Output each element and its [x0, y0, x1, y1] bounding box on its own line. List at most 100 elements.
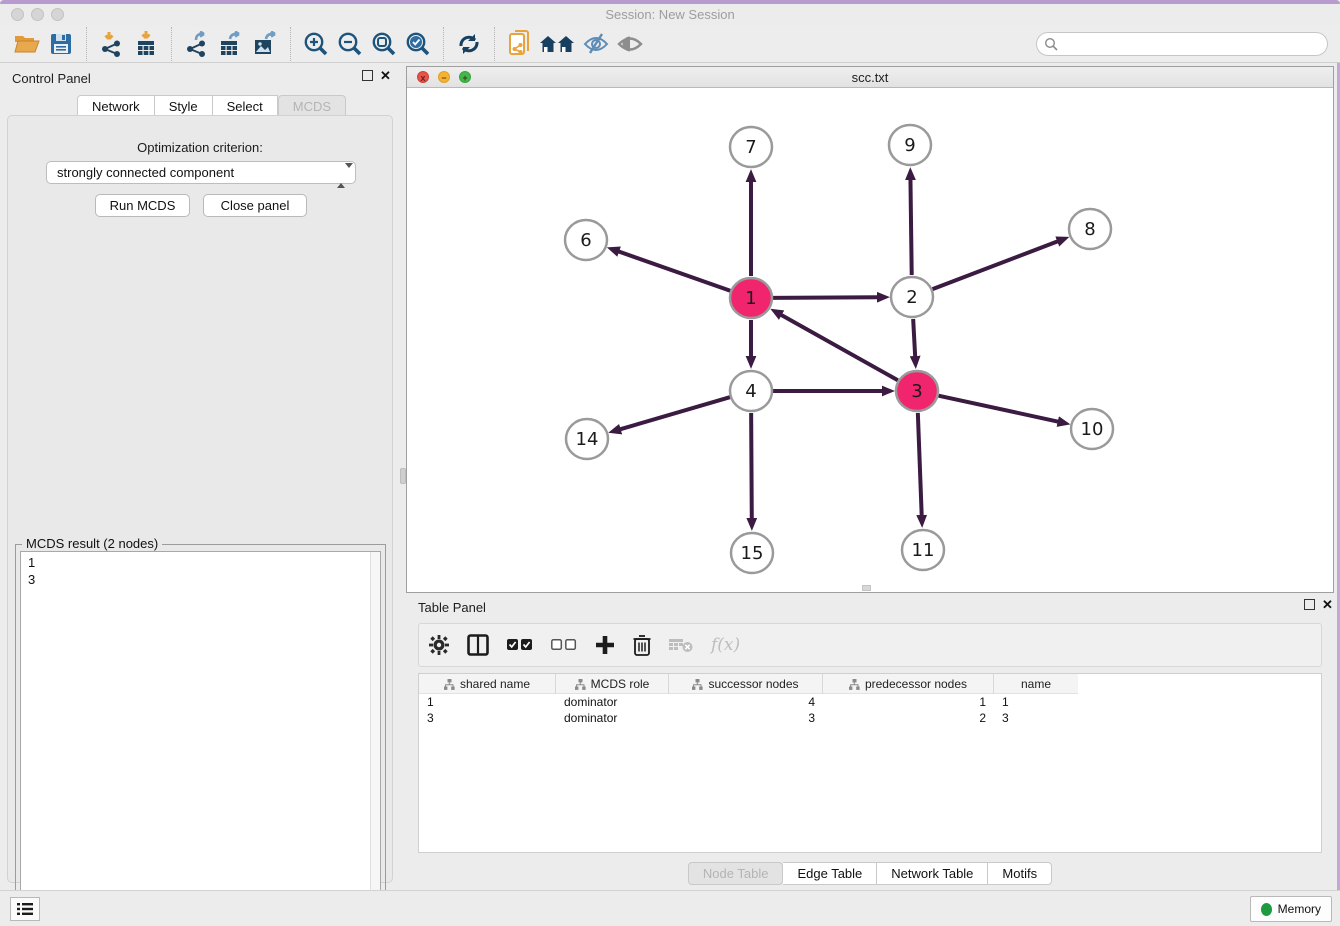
cell-name: 3 [994, 710, 1078, 726]
show-columns-icon[interactable] [467, 634, 489, 656]
edge-4-14[interactable] [620, 397, 730, 429]
apply-layout-icon[interactable] [452, 28, 486, 60]
column-type-icon [849, 679, 860, 690]
edge-4-15[interactable] [751, 413, 752, 519]
edge-2-3[interactable] [913, 319, 915, 357]
column-header-name[interactable]: name [994, 674, 1078, 694]
node-15[interactable]: 15 [731, 533, 773, 573]
traffic-lights[interactable] [11, 8, 71, 24]
node-label: 7 [745, 137, 756, 158]
criterion-value: strongly connected component [57, 165, 234, 180]
edge-3-11[interactable] [918, 413, 922, 516]
node-8[interactable]: 8 [1069, 209, 1111, 249]
tab-motifs[interactable]: Motifs [988, 862, 1052, 885]
edge-2-8[interactable] [933, 241, 1059, 289]
float-panel-icon[interactable] [362, 70, 373, 81]
mcds-result-textarea[interactable]: 1 3 [20, 551, 381, 917]
table-panel: Table Panel ✕ f(x) shared name [406, 595, 1334, 888]
node-label: 2 [906, 287, 917, 308]
node-label: 4 [745, 381, 756, 402]
network-window-titlebar[interactable]: x − + scc.txt [407, 67, 1333, 88]
edge-1-6[interactable] [618, 251, 730, 290]
node-table[interactable]: shared name MCDS role successor nodes pr… [418, 673, 1322, 853]
clone-network-icon[interactable] [503, 28, 537, 60]
minimize-network-icon[interactable]: − [438, 71, 450, 83]
import-table-icon[interactable] [129, 28, 163, 60]
network-window-title: scc.txt [407, 67, 1333, 88]
column-type-icon [444, 679, 455, 690]
cell-mcds-role: dominator [556, 694, 669, 710]
node-9[interactable]: 9 [889, 125, 931, 165]
column-header-predecessor-nodes[interactable]: predecessor nodes [823, 674, 994, 694]
float-table-panel-icon[interactable] [1304, 599, 1315, 610]
export-table-icon[interactable] [214, 28, 248, 60]
node-1[interactable]: 1 [730, 278, 772, 318]
tab-network-table[interactable]: Network Table [877, 862, 988, 885]
toolbar-separator [171, 27, 172, 61]
unselect-all-columns-icon[interactable] [551, 639, 577, 651]
column-header-shared-name[interactable]: shared name [419, 674, 556, 694]
edge-3-10[interactable] [938, 396, 1058, 422]
tab-node-table[interactable]: Node Table [688, 862, 784, 885]
edge-1-2[interactable] [773, 297, 878, 298]
export-network-icon[interactable] [180, 28, 214, 60]
node-11[interactable]: 11 [902, 530, 944, 570]
cell-predecessor-nodes: 2 [823, 710, 994, 726]
canvas-scroll-thumb[interactable] [862, 585, 871, 591]
table-row[interactable]: 3 dominator 3 2 3 [419, 710, 1321, 726]
node-label: 3 [911, 381, 922, 402]
node-14[interactable]: 14 [566, 419, 608, 459]
select-all-columns-icon[interactable] [507, 639, 533, 651]
import-network-icon[interactable] [95, 28, 129, 60]
close-network-icon[interactable]: x [417, 71, 429, 83]
result-scrollbar[interactable] [370, 552, 380, 916]
close-table-panel-icon[interactable]: ✕ [1322, 597, 1333, 613]
show-graphics-details-icon[interactable] [613, 28, 647, 60]
close-panel-button[interactable]: Close panel [203, 194, 307, 217]
close-panel-icon[interactable]: ✕ [380, 68, 391, 84]
create-column-plus-icon[interactable] [595, 635, 615, 655]
node-4[interactable]: 4 [730, 371, 772, 411]
edge-3-1[interactable] [781, 315, 898, 381]
cell-predecessor-nodes: 1 [823, 694, 994, 710]
search-input[interactable] [1036, 32, 1328, 56]
node-6[interactable]: 6 [565, 220, 607, 260]
edge-2-9[interactable] [910, 179, 911, 275]
tab-edge-table[interactable]: Edge Table [783, 862, 877, 885]
zoom-window-button[interactable] [51, 8, 64, 21]
table-row[interactable]: 1 dominator 4 1 1 [419, 694, 1321, 710]
table-header-row: shared name MCDS role successor nodes pr… [419, 674, 1078, 694]
task-history-button[interactable] [10, 897, 40, 921]
save-session-icon[interactable] [44, 28, 78, 60]
zoom-fit-icon[interactable] [367, 28, 401, 60]
minimize-window-button[interactable] [31, 8, 44, 21]
optimization-criterion-label: Optimization criterion: [8, 140, 392, 155]
hide-panels-icon[interactable] [579, 28, 613, 60]
search-field[interactable] [1036, 32, 1328, 56]
node-7[interactable]: 7 [730, 127, 772, 167]
zoom-out-icon[interactable] [333, 28, 367, 60]
delete-column-trash-icon[interactable] [633, 634, 651, 656]
maximize-network-icon[interactable]: + [459, 71, 471, 83]
node-2[interactable]: 2 [891, 277, 933, 317]
node-label: 8 [1084, 219, 1095, 240]
show-all-panels-icon[interactable] [537, 28, 579, 60]
node-label: 10 [1081, 419, 1104, 440]
zoom-in-icon[interactable] [299, 28, 333, 60]
zoom-selected-icon[interactable] [401, 28, 435, 60]
list-icon [17, 902, 33, 916]
network-canvas[interactable]: 7 9 6 8 1 2 4 3 14 10 15 11 [407, 88, 1333, 592]
close-window-button[interactable] [11, 8, 24, 21]
table-settings-gear-icon[interactable] [429, 635, 449, 655]
node-label: 9 [904, 135, 915, 156]
node-3[interactable]: 3 [896, 371, 938, 411]
memory-button[interactable]: Memory [1250, 896, 1332, 922]
node-10[interactable]: 10 [1071, 409, 1113, 449]
export-image-icon[interactable] [248, 28, 282, 60]
column-header-mcds-role[interactable]: MCDS role [556, 674, 669, 694]
criterion-dropdown[interactable]: strongly connected component [46, 161, 356, 184]
open-file-icon[interactable] [10, 28, 44, 60]
function-builder-icon: f(x) [711, 635, 740, 655]
column-header-successor-nodes[interactable]: successor nodes [669, 674, 823, 694]
run-mcds-button[interactable]: Run MCDS [95, 194, 190, 217]
